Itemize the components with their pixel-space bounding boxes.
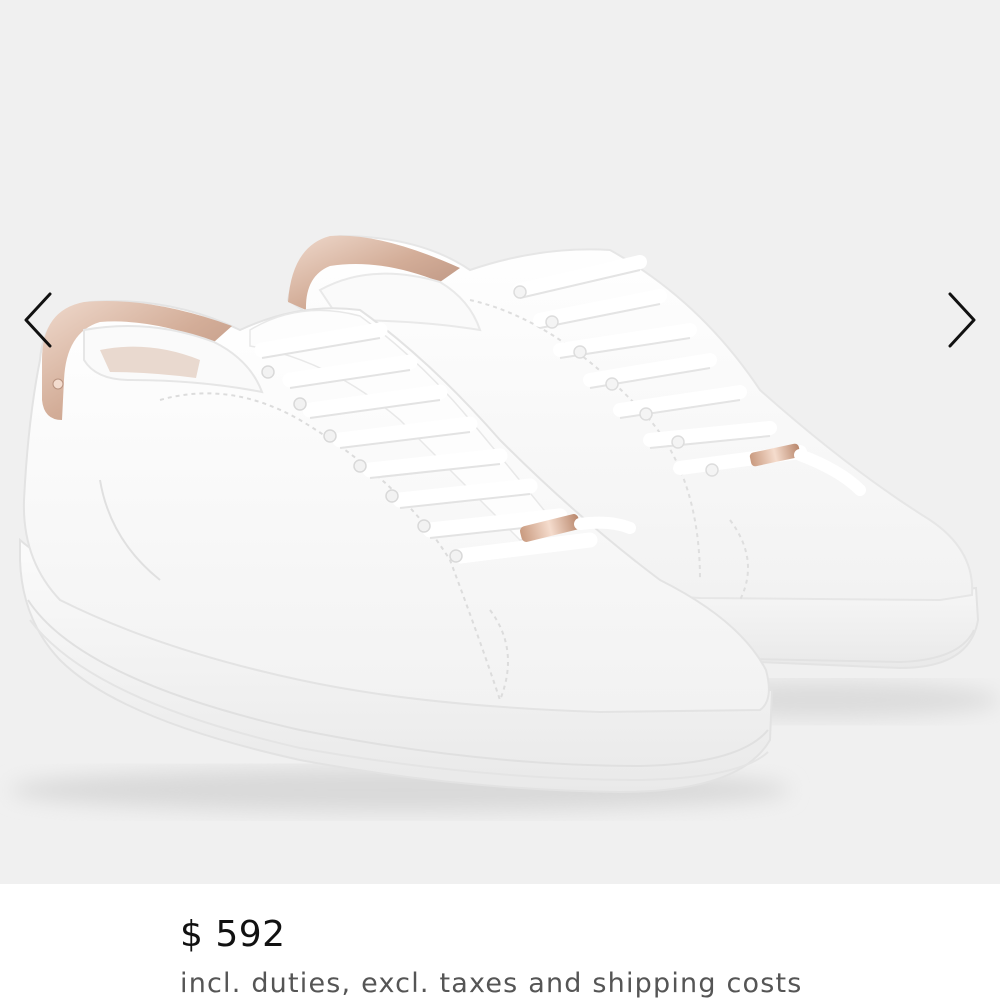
- price-note: incl. duties, excl. taxes and shipping c…: [180, 968, 803, 999]
- product-image: [10, 234, 1000, 812]
- chevron-left-icon: [24, 292, 52, 348]
- next-image-button[interactable]: [940, 288, 984, 352]
- product-price: $ 592: [180, 914, 286, 955]
- product-page: $ 592 incl. duties, excl. taxes and ship…: [0, 0, 1000, 1000]
- chevron-right-icon: [948, 292, 976, 348]
- previous-image-button[interactable]: [16, 288, 60, 352]
- product-gallery[interactable]: [0, 0, 1000, 884]
